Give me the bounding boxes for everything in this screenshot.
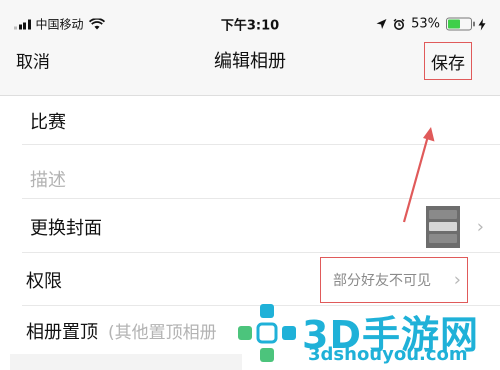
section-gap (10, 354, 242, 370)
alarm-icon (393, 18, 405, 30)
save-button[interactable]: 保存 (424, 42, 472, 80)
save-button-label: 保存 (431, 53, 465, 74)
battery-icon (446, 17, 475, 31)
pin-album-label-wrap: 相册置顶 (其他置顶相册 (26, 318, 217, 344)
permission-value: 部分好友不可见 (333, 273, 431, 289)
chevron-right-icon: › (476, 216, 484, 237)
album-name-field[interactable]: 比赛 (30, 108, 66, 134)
row-divider (22, 198, 500, 199)
permission-label: 权限 (26, 271, 62, 292)
change-cover-row[interactable]: 更换封面 › (0, 200, 500, 253)
change-cover-label: 更换封面 (30, 217, 102, 239)
battery-percent: 53% (411, 16, 440, 32)
watermark-logo-icon (238, 304, 296, 362)
nav-bar: 取消 编辑相册 保存 (0, 36, 500, 96)
status-right: 53% (376, 17, 486, 32)
location-arrow-icon (376, 19, 387, 29)
pin-album-hint: (其他置顶相册 (108, 322, 217, 343)
row-divider (22, 252, 500, 253)
row-divider (22, 144, 500, 145)
chevron-right-icon: › (453, 269, 461, 291)
description-row[interactable]: 描述 (0, 146, 500, 199)
pin-album-label: 相册置顶 (26, 321, 98, 343)
permission-row[interactable]: 权限 部分好友不可见 › (0, 254, 500, 306)
status-bar: 中国移动 下午3:10 53% (0, 0, 500, 36)
battery-level (448, 19, 460, 29)
cover-thumbnail (426, 205, 460, 248)
album-name-row[interactable]: 比赛 (0, 97, 500, 145)
charging-bolt-icon (478, 18, 486, 30)
watermark-url: 3dshouyou.com (308, 344, 468, 365)
description-field[interactable]: 描述 (30, 166, 66, 192)
permission-selector[interactable]: 部分好友不可见 › (320, 257, 468, 303)
watermark: 3D手游网 3dshouyou.com (236, 300, 494, 368)
